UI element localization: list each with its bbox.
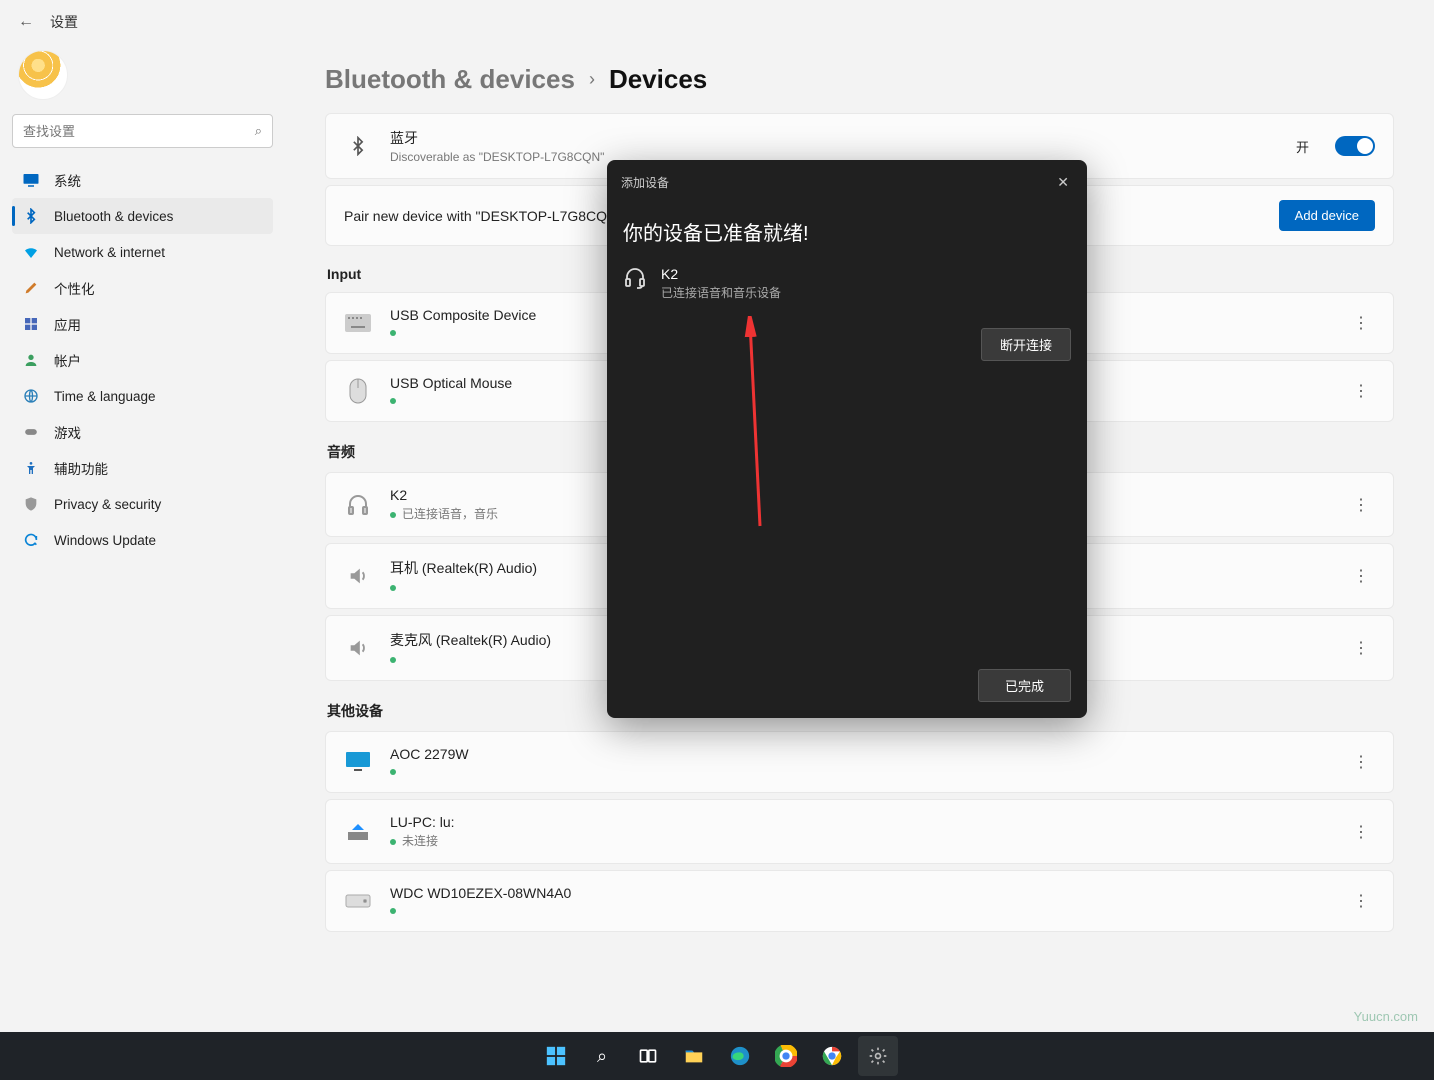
device-card[interactable]: AOC 2279W ⋮ <box>325 731 1394 793</box>
nav-item-1[interactable]: Bluetooth & devices <box>12 198 273 234</box>
nav-label: Time & language <box>54 389 156 404</box>
device-title: AOC 2279W <box>390 746 1329 762</box>
device-sub: 未连接 <box>390 832 1329 849</box>
nav-item-6[interactable]: Time & language <box>12 378 273 414</box>
keyboard-icon <box>344 309 372 337</box>
breadcrumb: Bluetooth & devices › Devices <box>325 64 1394 95</box>
headset-icon <box>623 266 647 290</box>
start-icon[interactable] <box>536 1036 576 1076</box>
bluetooth-icon <box>22 207 40 225</box>
access-icon <box>22 459 40 477</box>
close-icon[interactable]: ✕ <box>1053 170 1073 195</box>
more-icon[interactable]: ⋮ <box>1347 377 1375 405</box>
dialog-device-status: 已连接语音和音乐设备 <box>661 284 781 301</box>
search-icon: ⌕ <box>255 123 262 139</box>
nav-label: Bluetooth & devices <box>54 209 173 224</box>
mouse-icon <box>344 377 372 405</box>
apps-icon <box>22 315 40 333</box>
add-device-button[interactable]: Add device <box>1279 200 1375 231</box>
disk-icon <box>344 887 372 915</box>
bluetooth-title: 蓝牙 <box>390 128 1278 148</box>
nav-label: Windows Update <box>54 533 156 548</box>
back-button[interactable]: ← <box>18 13 34 31</box>
nav-label: Network & internet <box>54 245 165 260</box>
search-input[interactable] <box>23 124 255 139</box>
wifi-icon <box>22 243 40 261</box>
more-icon[interactable]: ⋮ <box>1347 634 1375 662</box>
device-title: WDC WD10EZEX-08WN4A0 <box>390 885 1329 901</box>
nav-item-7[interactable]: 游戏 <box>12 414 273 450</box>
breadcrumb-level1[interactable]: Bluetooth & devices <box>325 64 575 95</box>
nav-item-8[interactable]: 辅助功能 <box>12 450 273 486</box>
dialog-header: 添加设备 <box>621 174 669 191</box>
window-title: 设置 <box>50 12 78 32</box>
device-sub <box>390 903 1329 917</box>
sidebar: ⌕ 系统 Bluetooth & devices Network & interne… <box>0 44 285 1080</box>
toggle-label: 开 <box>1296 137 1309 156</box>
speaker-icon <box>344 562 372 590</box>
chrome2-icon[interactable] <box>812 1036 852 1076</box>
done-button[interactable]: 已完成 <box>978 669 1071 702</box>
add-device-dialog: 添加设备 ✕ 你的设备已准备就绪! K2 已连接语音和音乐设备 断开连接 已完成 <box>607 160 1087 718</box>
bluetooth-toggle[interactable] <box>1335 136 1375 156</box>
nav-item-10[interactable]: Windows Update <box>12 522 273 558</box>
game-icon <box>22 423 40 441</box>
more-icon[interactable]: ⋮ <box>1347 748 1375 776</box>
pc-icon <box>344 818 372 846</box>
bluetooth-icon <box>344 132 372 160</box>
search-taskbar-icon[interactable]: ⌕ <box>582 1036 622 1076</box>
nav-label: 辅助功能 <box>54 458 108 478</box>
explorer-icon[interactable] <box>674 1036 714 1076</box>
monitor-icon <box>22 171 40 189</box>
disconnect-button[interactable]: 断开连接 <box>981 328 1071 361</box>
avatar[interactable] <box>18 50 68 100</box>
more-icon[interactable]: ⋮ <box>1347 309 1375 337</box>
nav-item-3[interactable]: 个性化 <box>12 270 273 306</box>
device-card[interactable]: WDC WD10EZEX-08WN4A0 ⋮ <box>325 870 1394 932</box>
search-box[interactable]: ⌕ <box>12 114 273 148</box>
headphones-icon <box>344 491 372 519</box>
brush-icon <box>22 279 40 297</box>
watermark: Yuucn.com <box>1354 1009 1418 1024</box>
more-icon[interactable]: ⋮ <box>1347 562 1375 590</box>
update-icon <box>22 531 40 549</box>
more-icon[interactable]: ⋮ <box>1347 818 1375 846</box>
more-icon[interactable]: ⋮ <box>1347 887 1375 915</box>
nav-item-0[interactable]: 系统 <box>12 162 273 198</box>
taskview-icon[interactable] <box>628 1036 668 1076</box>
nav-label: 游戏 <box>54 422 81 442</box>
nav-label: 帐户 <box>54 350 81 370</box>
person-icon <box>22 351 40 369</box>
shield-icon <box>22 495 40 513</box>
nav-label: 系统 <box>54 170 81 190</box>
dialog-device-row: K2 已连接语音和音乐设备 <box>607 266 1087 301</box>
breadcrumb-level2: Devices <box>609 64 707 95</box>
dialog-title: 你的设备已准备就绪! <box>607 205 1087 266</box>
chevron-right-icon: › <box>589 69 595 90</box>
nav-label: 个性化 <box>54 278 95 298</box>
nav-item-5[interactable]: 帐户 <box>12 342 273 378</box>
nav-item-9[interactable]: Privacy & security <box>12 486 273 522</box>
nav-item-2[interactable]: Network & internet <box>12 234 273 270</box>
nav-item-4[interactable]: 应用 <box>12 306 273 342</box>
nav-label: Privacy & security <box>54 497 161 512</box>
settings-icon[interactable] <box>858 1036 898 1076</box>
device-sub <box>390 764 1329 778</box>
edge-icon[interactable] <box>720 1036 760 1076</box>
device-card[interactable]: LU-PC: lu: 未连接 ⋮ <box>325 799 1394 864</box>
monitor2-icon <box>344 748 372 776</box>
nav-label: 应用 <box>54 314 81 334</box>
speaker-icon <box>344 634 372 662</box>
taskbar: ⌕ <box>0 1032 1434 1080</box>
device-title: LU-PC: lu: <box>390 814 1329 830</box>
chrome-icon[interactable] <box>766 1036 806 1076</box>
globe-icon <box>22 387 40 405</box>
more-icon[interactable]: ⋮ <box>1347 491 1375 519</box>
dialog-device-name: K2 <box>661 266 781 282</box>
